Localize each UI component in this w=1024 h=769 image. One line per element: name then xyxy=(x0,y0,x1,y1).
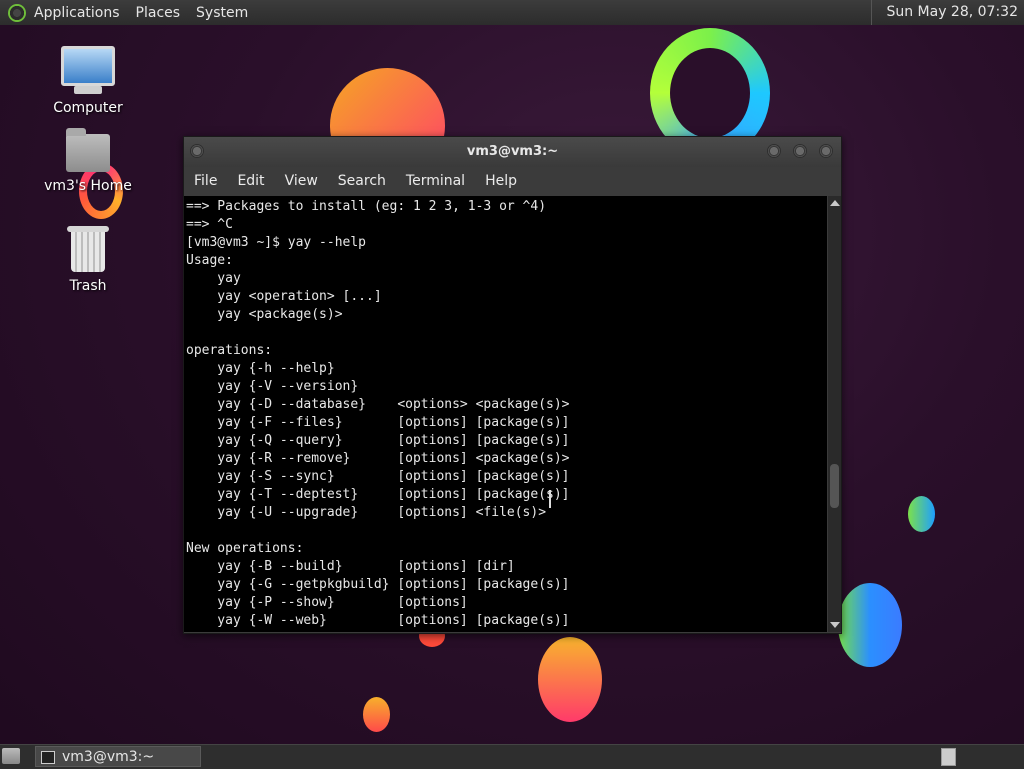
terminal-text: ==> Packages to install (eg: 1 2 3, 1-3 … xyxy=(184,196,827,630)
menu-places[interactable]: Places xyxy=(136,5,181,21)
terminal-line: yay {-R --remove} [options] <package(s)> xyxy=(186,451,570,466)
distro-logo-icon[interactable] xyxy=(8,3,26,22)
taskbar-item-label: vm3@vm3:~ xyxy=(62,749,155,765)
menu-terminal[interactable]: Terminal xyxy=(406,173,465,189)
window-menu-icon[interactable] xyxy=(190,144,204,158)
minimize-icon[interactable] xyxy=(767,144,781,158)
window-title: vm3@vm3:~ xyxy=(466,144,559,159)
terminal-line: New operations: xyxy=(186,541,304,556)
close-icon[interactable] xyxy=(819,144,833,158)
terminal-scrollbar[interactable] xyxy=(828,196,841,632)
terminal-line: yay {-Q --query} [options] [package(s)] xyxy=(186,433,570,448)
decor-blue-oval xyxy=(838,583,902,667)
terminal-line: yay {-W --web} [options] [package(s)] xyxy=(186,613,570,628)
desktop-icon-label: Trash xyxy=(69,278,107,294)
menu-search[interactable]: Search xyxy=(338,173,386,189)
maximize-icon[interactable] xyxy=(793,144,807,158)
window-titlebar[interactable]: vm3@vm3:~ xyxy=(184,137,841,167)
terminal-line: yay <package(s)> xyxy=(186,307,343,322)
terminal-line: yay <operation> [...] xyxy=(186,289,382,304)
terminal-line: [vm3@vm3 ~]$ yay --help xyxy=(186,235,367,250)
workspace-switcher[interactable] xyxy=(941,748,956,766)
clock[interactable]: Sun May 28, 07:32 xyxy=(871,0,1024,25)
terminal-line: ==> ^C xyxy=(186,217,233,232)
terminal-line: yay {-h --help} xyxy=(186,361,335,376)
terminal-icon xyxy=(41,751,55,764)
computer-icon xyxy=(61,46,115,94)
home-folder-icon xyxy=(66,128,110,172)
top-panel: Applications Places System Sun May 28, 0… xyxy=(0,0,1024,25)
menu-view[interactable]: View xyxy=(285,173,318,189)
desktop-icon-label: vm3's Home xyxy=(44,178,132,194)
desktop-icon-label: Computer xyxy=(53,100,123,116)
desktop-icon-home[interactable]: vm3's Home xyxy=(38,128,138,194)
terminal-line: yay xyxy=(186,271,241,286)
terminal-window[interactable]: vm3@vm3:~ File Edit View Search Terminal… xyxy=(183,136,842,634)
trash-icon xyxy=(67,226,109,272)
terminal-line: yay {-P --show} [options] xyxy=(186,595,468,610)
window-menubar: File Edit View Search Terminal Help xyxy=(184,167,841,195)
terminal-line: yay {-V --version} xyxy=(186,379,359,394)
menu-file[interactable]: File xyxy=(194,173,217,189)
scrollbar-thumb[interactable] xyxy=(830,464,839,508)
terminal-line: yay {-G --getpkgbuild} [options] [packag… xyxy=(186,577,570,592)
decor-small-orange-oval xyxy=(363,697,390,732)
terminal-line: operations: xyxy=(186,343,273,358)
decor-orange-oval xyxy=(538,637,602,722)
decor-small-blue-oval xyxy=(908,496,935,532)
bottom-panel: vm3@vm3:~ xyxy=(0,744,1024,769)
terminal-line: yay {-S --sync} [options] [package(s)] xyxy=(186,469,570,484)
taskbar-item-terminal[interactable]: vm3@vm3:~ xyxy=(35,746,201,767)
menu-edit[interactable]: Edit xyxy=(237,173,264,189)
text-cursor-icon xyxy=(549,490,551,508)
desktop-icon-computer[interactable]: Computer xyxy=(38,46,138,116)
terminal-line: yay {-D --database} <options> <package(s… xyxy=(186,397,570,412)
scroll-down-icon[interactable] xyxy=(830,622,840,628)
menu-help[interactable]: Help xyxy=(485,173,517,189)
terminal-output[interactable]: ==> Packages to install (eg: 1 2 3, 1-3 … xyxy=(184,196,827,632)
terminal-line: yay {-T --deptest} [options] [package(s)… xyxy=(186,487,570,502)
desktop-icon-trash[interactable]: Trash xyxy=(38,226,138,294)
terminal-line: ==> Packages to install (eg: 1 2 3, 1-3 … xyxy=(186,199,547,214)
menu-system[interactable]: System xyxy=(196,5,248,21)
terminal-line: yay {-B --build} [options] [dir] xyxy=(186,559,515,574)
menu-applications[interactable]: Applications xyxy=(34,5,120,21)
scroll-up-icon[interactable] xyxy=(830,200,840,206)
terminal-line: yay {-F --files} [options] [package(s)] xyxy=(186,415,570,430)
terminal-line: Usage: xyxy=(186,253,233,268)
terminal-line: yay {-U --upgrade} [options] <file(s)> xyxy=(186,505,547,520)
show-desktop-icon[interactable] xyxy=(2,748,20,764)
